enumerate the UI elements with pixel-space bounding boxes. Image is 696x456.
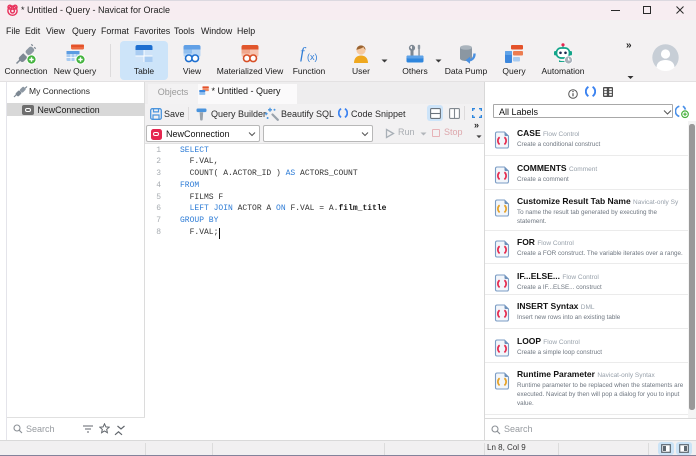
svg-text:(x): (x) <box>307 52 318 62</box>
svg-text:f: f <box>300 45 307 62</box>
